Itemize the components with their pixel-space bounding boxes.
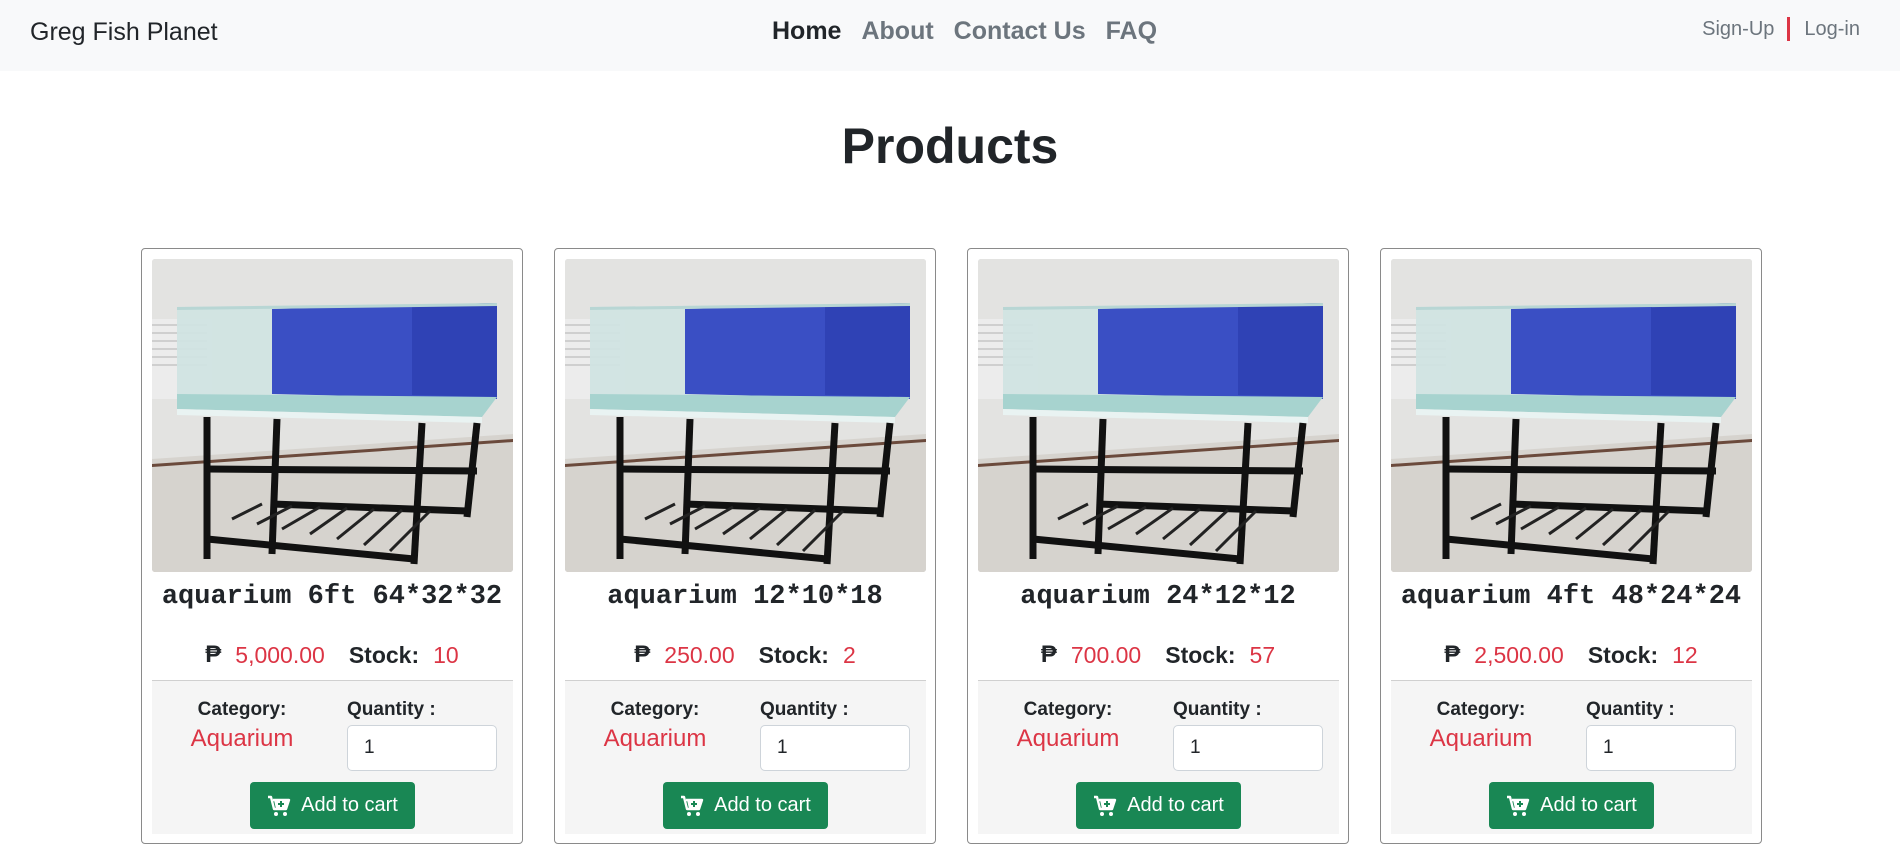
cart-plus-icon [681,795,704,816]
top-navbar: Greg Fish Planet Home About Contact Us F… [0,0,1900,71]
nav-link-home[interactable]: Home [772,17,841,46]
product-image[interactable] [978,259,1339,572]
product-price: 700.00 [1070,641,1142,668]
add-to-cart-button[interactable]: Add to cart [250,782,415,829]
category-value: Aquarium [190,725,294,752]
stock-value: 2 [842,641,856,668]
price-stock-row: ₱ 250.00 Stock: 2 [565,637,925,673]
add-to-cart-button[interactable]: Add to cart [1489,782,1654,829]
add-to-cart-label: Add to cart [1127,794,1224,816]
nav-link-faq[interactable]: FAQ [1106,17,1157,46]
auth-divider [1787,17,1791,41]
product-image[interactable] [152,259,513,572]
quantity-block: Quantity : [347,699,497,771]
cart-plus-icon [1507,795,1530,816]
quantity-input[interactable] [1173,725,1323,771]
product-price: 5,000.00 [235,641,325,668]
stock-value: 10 [433,641,459,668]
quantity-input[interactable] [1586,725,1736,771]
quantity-input[interactable] [347,725,497,771]
product-name: aquarium 6ft 64*32*32 [161,582,503,612]
category-value: Aquarium [1429,725,1533,752]
category-label: Category: [610,699,700,720]
aquarium-photo [1391,259,1752,572]
quantity-label: Quantity : [347,699,436,720]
stock-label: Stock: [348,641,420,668]
category-value: Aquarium [1016,725,1120,752]
peso-sign: ₱ [634,641,651,668]
card-footer: Category: Aquarium Quantity : Add to car… [152,680,513,834]
quantity-block: Quantity : [1586,699,1736,771]
quantity-label: Quantity : [1173,699,1262,720]
price-stock-row: ₱ 5,000.00 Stock: 10 [152,637,512,673]
quantity-input[interactable] [760,725,910,771]
auth-links: Sign-Up Log-in [1702,17,1860,41]
category-value: Aquarium [603,725,707,752]
product-image[interactable] [565,259,926,572]
quantity-block: Quantity : [760,699,910,771]
peso-sign: ₱ [205,641,222,668]
product-price: 250.00 [664,641,735,668]
category-label: Category: [1023,699,1113,720]
add-to-cart-label: Add to cart [1540,794,1637,816]
main-nav: Home About Contact Us FAQ [772,17,1157,46]
signup-link[interactable]: Sign-Up [1702,18,1774,41]
category-label: Category: [197,699,287,720]
cart-plus-icon [268,795,291,816]
add-to-cart-label: Add to cart [301,794,398,816]
aquarium-photo [152,259,513,572]
product-card: aquarium 24*12*12 ₱ 700.00 Stock: 57 Cat… [967,248,1349,844]
product-name: aquarium 24*12*12 [1020,582,1296,612]
stock-label: Stock: [758,641,829,668]
stock-label: Stock: [1165,641,1236,668]
add-to-cart-label: Add to cart [714,794,811,816]
category-block: Category: Aquarium [152,699,332,753]
stock-label: Stock: [1587,641,1659,668]
nav-link-about[interactable]: About [861,17,933,46]
card-footer: Category: Aquarium Quantity : Add to car… [1391,680,1752,834]
product-grid: aquarium 6ft 64*32*32 ₱ 5,000.00 Stock: … [141,248,1762,844]
aquarium-photo [978,259,1339,572]
nav-link-contact-us[interactable]: Contact Us [954,17,1086,46]
aquarium-photo [565,259,926,572]
product-image[interactable] [1391,259,1752,572]
stock-value: 57 [1249,641,1276,668]
quantity-label: Quantity : [760,699,849,720]
product-card: aquarium 4ft 48*24*24 ₱ 2,500.00 Stock: … [1380,248,1762,844]
brand-logo-text[interactable]: Greg Fish Planet [30,18,218,47]
price-stock-row: ₱ 700.00 Stock: 57 [978,637,1338,673]
card-footer: Category: Aquarium Quantity : Add to car… [565,680,926,834]
product-price: 2,500.00 [1474,641,1564,668]
product-name: aquarium 12*10*18 [607,582,883,612]
product-card: aquarium 6ft 64*32*32 ₱ 5,000.00 Stock: … [141,248,523,844]
quantity-label: Quantity : [1586,699,1675,720]
product-name: aquarium 4ft 48*24*24 [1400,582,1742,612]
add-to-cart-button[interactable]: Add to cart [1076,782,1241,829]
page-title: Products [841,118,1059,174]
category-label: Category: [1436,699,1526,720]
cart-plus-icon [1094,795,1117,816]
card-footer: Category: Aquarium Quantity : Add to car… [978,680,1339,834]
category-block: Category: Aquarium [1391,699,1571,753]
peso-sign: ₱ [1444,641,1461,668]
peso-sign: ₱ [1040,641,1057,668]
add-to-cart-button[interactable]: Add to cart [663,782,828,829]
login-link[interactable]: Log-in [1804,18,1860,41]
quantity-block: Quantity : [1173,699,1323,771]
category-block: Category: Aquarium [978,699,1158,753]
price-stock-row: ₱ 2,500.00 Stock: 12 [1391,637,1751,673]
category-block: Category: Aquarium [565,699,745,753]
product-card: aquarium 12*10*18 ₱ 250.00 Stock: 2 Cate… [554,248,936,844]
stock-value: 12 [1672,641,1698,668]
